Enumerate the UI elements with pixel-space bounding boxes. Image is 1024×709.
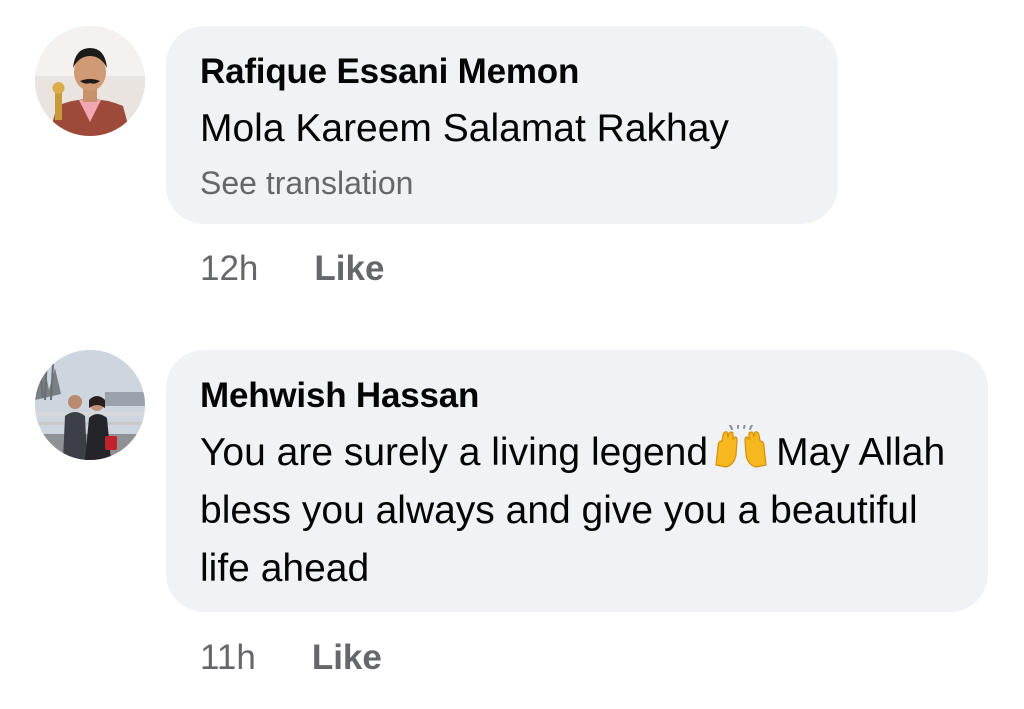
comment-meta: 12h Like	[200, 247, 384, 291]
profile-photo-icon	[35, 26, 145, 136]
comment-bubble: Rafique Essani Memon Mola Kareem Salamat…	[166, 26, 838, 224]
like-button[interactable]: Like	[314, 247, 384, 291]
comment-timestamp[interactable]: 11h	[200, 636, 256, 680]
comment-bubble: Mehwish Hassan You are surely a living l…	[166, 350, 988, 612]
avatar[interactable]	[35, 26, 145, 136]
comment-meta: 11h Like	[200, 636, 382, 680]
comment-timestamp[interactable]: 12h	[200, 247, 258, 291]
like-button[interactable]: Like	[312, 636, 382, 680]
comment-text: You are surely a living legend May Allah…	[200, 423, 954, 598]
comment-text: Mola Kareem Salamat Rakhay	[200, 107, 729, 150]
avatar[interactable]	[35, 350, 145, 460]
comment-author[interactable]: Mehwish Hassan	[200, 374, 954, 418]
comment-text-part1: You are surely a living legend	[200, 431, 709, 474]
see-translation-link[interactable]: See translation	[200, 162, 804, 204]
profile-photo-icon	[35, 350, 145, 460]
comment-author[interactable]: Rafique Essani Memon	[200, 50, 804, 94]
raising-hands-emoji-icon	[712, 423, 770, 471]
